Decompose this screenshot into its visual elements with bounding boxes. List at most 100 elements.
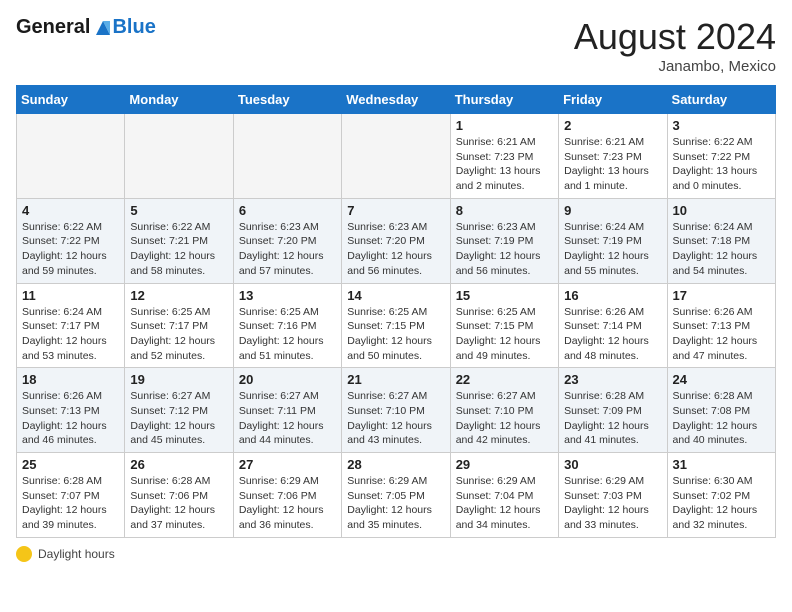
calendar-cell (17, 114, 125, 199)
location: Janambo, Mexico (574, 58, 776, 75)
calendar-cell: 24 Sunrise: 6:28 AM Sunset: 7:08 PM Dayli… (667, 368, 775, 453)
calendar-cell: 27 Sunrise: 6:29 AM Sunset: 7:06 PM Dayli… (233, 453, 341, 538)
calendar-cell: 9Sunrise: 6:24 AM Sunset: 7:19 PM Daylig… (559, 198, 667, 283)
calendar-cell: 1 Sunrise: 6:21 AM Sunset: 7:23 PM Daylig… (450, 114, 558, 199)
calendar-cell: 14 Sunrise: 6:25 AM Sunset: 7:15 PM Dayli… (342, 283, 450, 368)
day-number: 23 (564, 372, 661, 387)
calendar-cell: 7Sunrise: 6:23 AM Sunset: 7:20 PM Daylig… (342, 198, 450, 283)
calendar-cell: 11 Sunrise: 6:24 AM Sunset: 7:17 PM Dayli… (17, 283, 125, 368)
day-number: 3 (673, 118, 770, 133)
calendar-cell: 23 Sunrise: 6:28 AM Sunset: 7:09 PM Dayli… (559, 368, 667, 453)
calendar-cell: 28 Sunrise: 6:29 AM Sunset: 7:05 PM Dayli… (342, 453, 450, 538)
day-info: Sunrise: 6:26 AM Sunset: 7:13 PM Dayligh… (673, 305, 770, 364)
day-number: 27 (239, 457, 336, 472)
day-number: 22 (456, 372, 553, 387)
calendar-cell: 4Sunrise: 6:22 AM Sunset: 7:22 PM Daylig… (17, 198, 125, 283)
calendar-cell (342, 114, 450, 199)
day-info: Sunrise: 6:22 AM Sunset: 7:21 PM Dayligh… (130, 220, 227, 279)
calendar-cell: 12Sunrise: 6:25 AM Sunset: 7:17 PM Dayli… (125, 283, 233, 368)
day-info: Sunrise: 6:27 AM Sunset: 7:10 PM Dayligh… (456, 389, 553, 448)
day-info: Sunrise: 6:21 AM Sunset: 7:23 PM Dayligh… (564, 135, 661, 194)
logo: General Blue (16, 16, 156, 39)
day-number: 5 (130, 203, 227, 218)
calendar-cell: 3Sunrise: 6:22 AM Sunset: 7:22 PM Daylig… (667, 114, 775, 199)
day-number: 24 (673, 372, 770, 387)
week-row-5: 25Sunrise: 6:28 AM Sunset: 7:07 PM Dayli… (17, 453, 776, 538)
day-number: 20 (239, 372, 336, 387)
day-number: 14 (347, 288, 444, 303)
day-info: Sunrise: 6:23 AM Sunset: 7:19 PM Dayligh… (456, 220, 553, 279)
calendar-cell (125, 114, 233, 199)
calendar-cell: 16 Sunrise: 6:26 AM Sunset: 7:14 PM Dayli… (559, 283, 667, 368)
weekday-header-sunday: Sunday (17, 86, 125, 114)
day-number: 19 (130, 372, 227, 387)
weekday-header-thursday: Thursday (450, 86, 558, 114)
weekday-header-monday: Monday (125, 86, 233, 114)
day-info: Sunrise: 6:25 AM Sunset: 7:17 PM Dayligh… (130, 305, 227, 364)
day-info: Sunrise: 6:28 AM Sunset: 7:09 PM Dayligh… (564, 389, 661, 448)
day-info: Sunrise: 6:29 AM Sunset: 7:05 PM Dayligh… (347, 474, 444, 533)
day-number: 13 (239, 288, 336, 303)
title-block: August 2024 Janambo, Mexico (574, 16, 776, 75)
day-info: Sunrise: 6:24 AM Sunset: 7:17 PM Dayligh… (22, 305, 119, 364)
weekday-header-tuesday: Tuesday (233, 86, 341, 114)
calendar-cell: 15 Sunrise: 6:25 AM Sunset: 7:15 PM Dayli… (450, 283, 558, 368)
calendar-cell (233, 114, 341, 199)
month-title: August 2024 (574, 16, 776, 58)
footer: Daylight hours (16, 546, 776, 562)
day-number: 28 (347, 457, 444, 472)
day-info: Sunrise: 6:26 AM Sunset: 7:13 PM Dayligh… (22, 389, 119, 448)
calendar-cell: 31 Sunrise: 6:30 AM Sunset: 7:02 PM Dayli… (667, 453, 775, 538)
week-row-2: 4Sunrise: 6:22 AM Sunset: 7:22 PM Daylig… (17, 198, 776, 283)
day-number: 21 (347, 372, 444, 387)
calendar-cell: 30Sunrise: 6:29 AM Sunset: 7:03 PM Dayli… (559, 453, 667, 538)
day-info: Sunrise: 6:25 AM Sunset: 7:15 PM Dayligh… (347, 305, 444, 364)
day-info: Sunrise: 6:27 AM Sunset: 7:12 PM Dayligh… (130, 389, 227, 448)
day-number: 10 (673, 203, 770, 218)
calendar-cell: 22 Sunrise: 6:27 AM Sunset: 7:10 PM Dayli… (450, 368, 558, 453)
day-info: Sunrise: 6:29 AM Sunset: 7:06 PM Dayligh… (239, 474, 336, 533)
day-info: Sunrise: 6:29 AM Sunset: 7:03 PM Dayligh… (564, 474, 661, 533)
day-number: 1 (456, 118, 553, 133)
week-row-3: 11 Sunrise: 6:24 AM Sunset: 7:17 PM Dayli… (17, 283, 776, 368)
day-number: 18 (22, 372, 119, 387)
calendar-table: SundayMondayTuesdayWednesdayThursdayFrid… (16, 85, 776, 538)
day-number: 11 (22, 288, 119, 303)
sun-icon (16, 546, 32, 562)
day-info: Sunrise: 6:21 AM Sunset: 7:23 PM Dayligh… (456, 135, 553, 194)
day-number: 16 (564, 288, 661, 303)
calendar-cell: 29 Sunrise: 6:29 AM Sunset: 7:04 PM Dayli… (450, 453, 558, 538)
week-row-4: 18 Sunrise: 6:26 AM Sunset: 7:13 PM Dayli… (17, 368, 776, 453)
day-info: Sunrise: 6:25 AM Sunset: 7:15 PM Dayligh… (456, 305, 553, 364)
logo-blue: Blue (112, 16, 155, 39)
day-info: Sunrise: 6:26 AM Sunset: 7:14 PM Dayligh… (564, 305, 661, 364)
day-info: Sunrise: 6:30 AM Sunset: 7:02 PM Dayligh… (673, 474, 770, 533)
calendar-cell: 26Sunrise: 6:28 AM Sunset: 7:06 PM Dayli… (125, 453, 233, 538)
day-info: Sunrise: 6:24 AM Sunset: 7:18 PM Dayligh… (673, 220, 770, 279)
day-number: 8 (456, 203, 553, 218)
daylight-label: Daylight hours (38, 547, 115, 561)
day-info: Sunrise: 6:28 AM Sunset: 7:08 PM Dayligh… (673, 389, 770, 448)
calendar-cell: 19 Sunrise: 6:27 AM Sunset: 7:12 PM Dayli… (125, 368, 233, 453)
logo-text: General (16, 16, 114, 39)
calendar-cell: 18 Sunrise: 6:26 AM Sunset: 7:13 PM Dayli… (17, 368, 125, 453)
day-info: Sunrise: 6:28 AM Sunset: 7:06 PM Dayligh… (130, 474, 227, 533)
day-number: 17 (673, 288, 770, 303)
day-number: 25 (22, 457, 119, 472)
calendar-cell: 13Sunrise: 6:25 AM Sunset: 7:16 PM Dayli… (233, 283, 341, 368)
day-info: Sunrise: 6:24 AM Sunset: 7:19 PM Dayligh… (564, 220, 661, 279)
calendar-cell: 20 Sunrise: 6:27 AM Sunset: 7:11 PM Dayli… (233, 368, 341, 453)
day-number: 31 (673, 457, 770, 472)
day-info: Sunrise: 6:27 AM Sunset: 7:11 PM Dayligh… (239, 389, 336, 448)
day-number: 29 (456, 457, 553, 472)
calendar-cell: 10 Sunrise: 6:24 AM Sunset: 7:18 PM Dayli… (667, 198, 775, 283)
calendar-cell: 2Sunrise: 6:21 AM Sunset: 7:23 PM Daylig… (559, 114, 667, 199)
day-number: 15 (456, 288, 553, 303)
day-number: 4 (22, 203, 119, 218)
calendar-cell: 17 Sunrise: 6:26 AM Sunset: 7:13 PM Dayli… (667, 283, 775, 368)
day-info: Sunrise: 6:29 AM Sunset: 7:04 PM Dayligh… (456, 474, 553, 533)
week-row-1: 1 Sunrise: 6:21 AM Sunset: 7:23 PM Daylig… (17, 114, 776, 199)
calendar-cell: 25Sunrise: 6:28 AM Sunset: 7:07 PM Dayli… (17, 453, 125, 538)
weekday-header-row: SundayMondayTuesdayWednesdayThursdayFrid… (17, 86, 776, 114)
calendar-cell: 21Sunrise: 6:27 AM Sunset: 7:10 PM Dayli… (342, 368, 450, 453)
